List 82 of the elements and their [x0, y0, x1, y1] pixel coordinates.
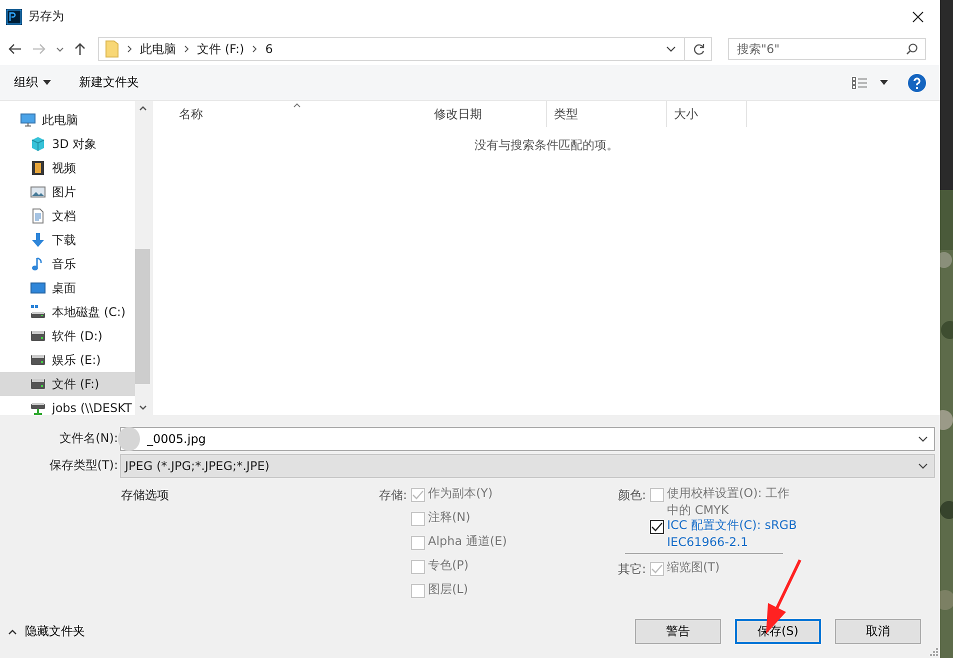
option-group-label: 存储: [378, 487, 408, 504]
view-options-icon[interactable] [852, 76, 868, 88]
monitor-icon [30, 280, 46, 296]
option-group-label: 其它: [616, 561, 647, 578]
redaction-mark [118, 426, 140, 450]
dialog-button[interactable]: 取消 [835, 619, 921, 644]
breadcrumb[interactable]: 6 [265, 42, 273, 56]
checkbox-label: 作为副本(Y) [428, 485, 493, 502]
film-icon [30, 160, 46, 176]
sidebar-item[interactable]: 下载 [0, 228, 135, 252]
chevron-right-icon [184, 45, 189, 53]
chevron-down-icon[interactable] [56, 46, 64, 52]
sidebar-item[interactable]: 此电脑 [0, 108, 135, 132]
drive-icon [30, 352, 46, 368]
caret-icon [43, 80, 51, 85]
sidebar-item[interactable]: 桌面 [0, 276, 135, 300]
scroll-thumb[interactable] [135, 248, 150, 384]
column-header[interactable]: 名称 [172, 101, 427, 127]
checkbox-label: Alpha 通道(E) [428, 533, 507, 550]
back-icon[interactable] [8, 43, 22, 55]
filename-field[interactable]: _0005.jpg [120, 426, 935, 450]
download-arrow-icon [30, 232, 46, 248]
breadcrumb[interactable]: 此电脑 [140, 40, 176, 58]
field-label: 文件名(N): [58, 430, 119, 447]
computer-icon [20, 112, 36, 128]
scrollbar[interactable] [135, 101, 150, 415]
sidebar-item[interactable]: 本地磁盘 (C:) [0, 300, 135, 324]
address-bar[interactable]: 此电脑 文件 (F:) 6 [98, 37, 712, 61]
scroll-up-icon[interactable] [138, 106, 146, 111]
folder-icon [105, 40, 119, 58]
document-icon [30, 208, 46, 224]
up-arrow-icon[interactable] [74, 42, 86, 56]
checkbox-label: ICC 配置文件(C): sRGB IEC61966-2.1 [667, 517, 798, 551]
new-folder-button[interactable]: 新建文件夹 [73, 71, 145, 94]
field-label: 保存类型(T): [48, 457, 119, 474]
drive-icon [30, 304, 46, 320]
dropdown-icon[interactable] [918, 436, 928, 442]
search-icon [906, 43, 918, 55]
chevron-right-icon [252, 45, 258, 53]
organize-menu[interactable]: 组织 [8, 71, 57, 94]
checkbox-label: 专色(P) [428, 557, 469, 574]
dropdown-icon [918, 462, 928, 468]
sidebar-item[interactable]: 音乐 [0, 252, 135, 276]
checkbox-label: 注释(N) [428, 509, 470, 526]
options-heading: 存储选项 [121, 487, 170, 504]
caret-icon[interactable] [880, 80, 888, 85]
file-type-dropdown[interactable]: JPEG (*.JPG;*.JPEG;*.JPE) [120, 454, 935, 478]
sidebar-item[interactable]: 视频 [0, 156, 135, 180]
sidebar-item[interactable]: 文件 (F:) [0, 372, 135, 396]
sidebar-item[interactable]: 娱乐 (E:) [0, 348, 135, 372]
drive-icon [30, 328, 46, 344]
column-header[interactable]: 类型 [547, 101, 667, 127]
hide-folders-toggle[interactable]: 隐藏文件夹 [8, 623, 85, 640]
option-group-label: 颜色: [616, 487, 647, 504]
column-header[interactable]: 大小 [667, 101, 747, 127]
sidebar-item[interactable]: 软件 (D:) [0, 324, 135, 348]
checkbox-label: 图层(L) [428, 581, 468, 598]
empty-message: 没有与搜索条件匹配的项。 [474, 137, 620, 154]
sidebar-item[interactable]: 3D 对象 [0, 132, 135, 156]
cube-icon [30, 136, 46, 152]
checkbox-label: 使用校样设置(O): 工作中的 CMYK [667, 485, 791, 519]
resize-grip-icon[interactable] [930, 648, 938, 656]
help-icon[interactable] [908, 74, 926, 92]
window-title: 另存为 [28, 8, 64, 25]
drive-icon [30, 376, 46, 392]
sidebar-item[interactable]: 文档 [0, 204, 135, 228]
checkbox-label: 缩览图(T) [667, 559, 720, 576]
image-icon [30, 184, 46, 200]
photoshop-logo-icon [6, 8, 22, 24]
breadcrumb[interactable]: 文件 (F:) [197, 40, 244, 58]
search-field[interactable]: 搜索"6" [728, 38, 926, 60]
refresh-icon[interactable] [693, 42, 705, 56]
sidebar-item[interactable]: 图片 [0, 180, 135, 204]
chevron-up-icon [8, 628, 17, 634]
sort-ascending-icon [293, 103, 301, 108]
dialog-button[interactable]: 警告 [635, 619, 721, 644]
dropdown-icon[interactable] [666, 46, 676, 52]
column-header[interactable]: 修改日期 [427, 101, 547, 127]
close-icon[interactable] [912, 10, 924, 22]
chevron-right-icon [127, 45, 132, 53]
scroll-down-icon[interactable] [138, 405, 146, 410]
checkbox[interactable] [650, 520, 664, 534]
